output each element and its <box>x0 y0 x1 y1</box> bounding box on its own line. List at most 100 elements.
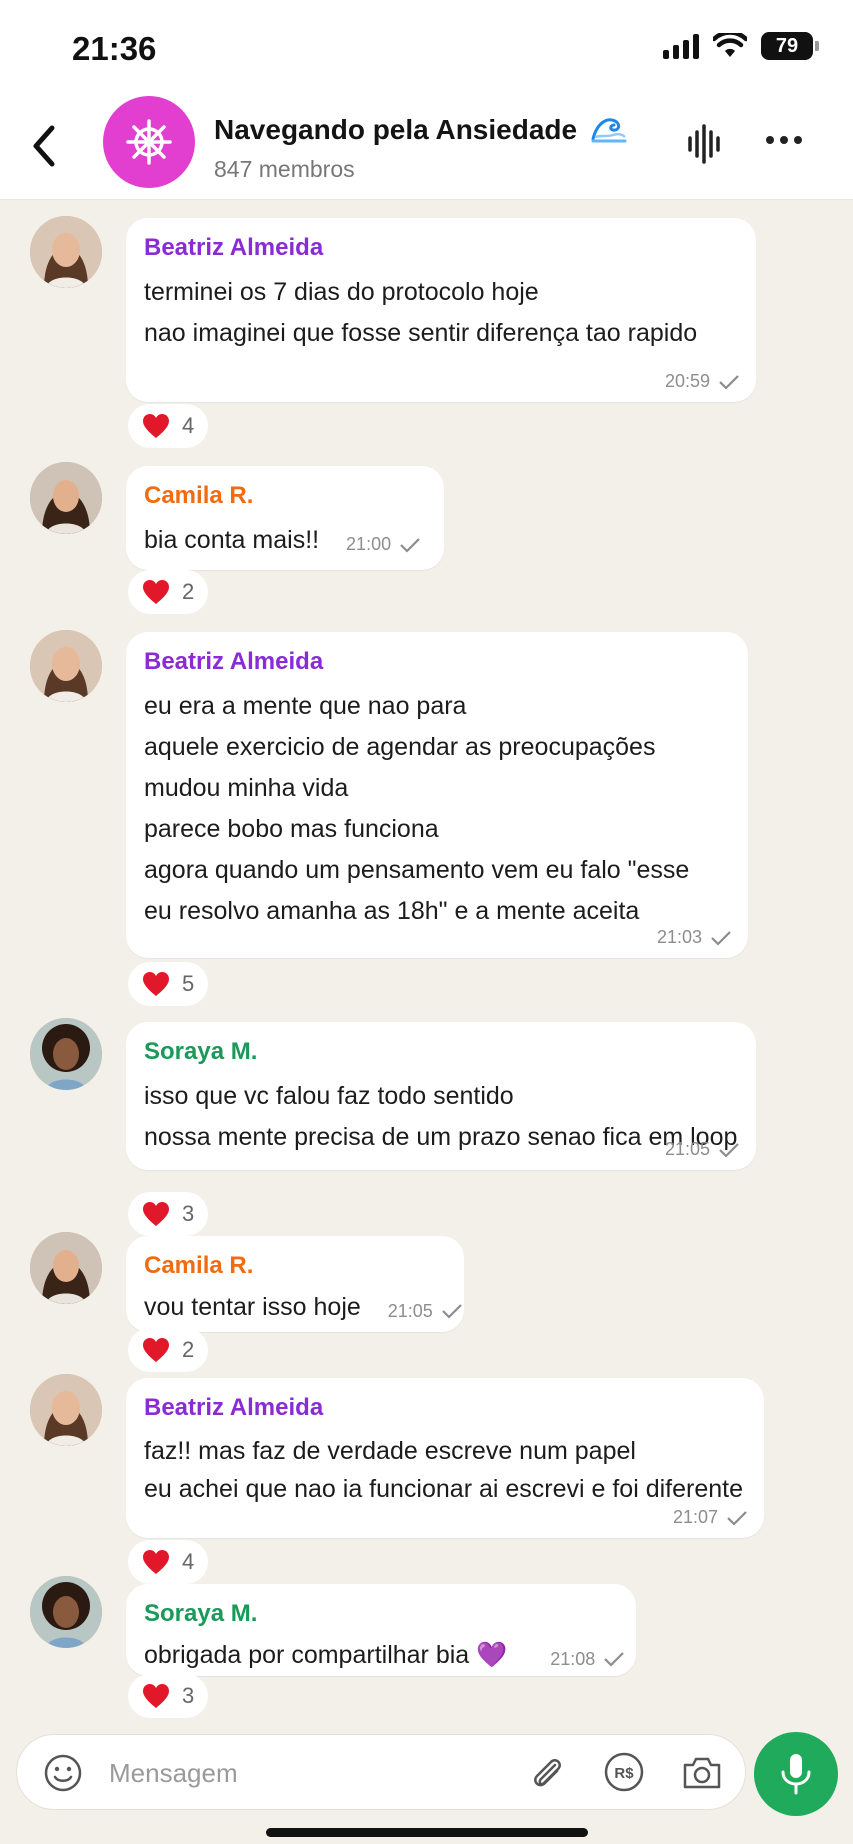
camera-icon[interactable] <box>681 1753 723 1793</box>
message-list[interactable]: Beatriz Almeida terminei os 7 dias do pr… <box>0 200 853 1720</box>
avatar-camila[interactable] <box>30 462 102 534</box>
microphone-icon <box>781 1754 811 1795</box>
message-meta: 21:05 <box>665 1139 740 1160</box>
home-indicator <box>266 1828 588 1837</box>
sender-name[interactable]: Beatriz Almeida <box>144 648 730 676</box>
message-text-row: obrigada por compartilhar bia 💜 21:08 <box>144 1638 625 1676</box>
reaction-badge[interactable]: 4 <box>128 1540 209 1584</box>
check-icon <box>711 930 731 946</box>
payment-icon[interactable]: R$ <box>603 1751 645 1793</box>
message-text: terminei os 7 dias do protocolo hoje <box>144 278 539 306</box>
heart-icon <box>143 1338 169 1362</box>
message-bubble[interactable]: Camila R. vou tentar isso hoje 21:05 <box>126 1236 464 1332</box>
group-title[interactable]: Navegando pela Ansiedade <box>214 114 627 146</box>
heart-icon <box>143 414 169 438</box>
avatar-soraya[interactable] <box>30 1576 102 1648</box>
avatar-soraya[interactable] <box>30 1018 102 1090</box>
reaction-count: 4 <box>182 413 195 438</box>
message-bubble[interactable]: Beatriz Almeida eu era a mente que nao p… <box>126 632 748 958</box>
message-text: nao imaginei que fosse sentir diferença … <box>144 319 698 347</box>
message-text: bia conta mais!! <box>144 526 320 554</box>
sender-name[interactable]: Soraya M. <box>144 1038 738 1066</box>
paperclip-icon[interactable] <box>527 1753 567 1793</box>
message-time: 21:05 <box>664 1139 710 1159</box>
wave-icon <box>591 118 627 143</box>
sender-name[interactable]: Soraya M. <box>144 1600 618 1628</box>
message-text: mudou minha vida <box>144 774 349 802</box>
message-text: eu resolvo amanha as 18h" e a mente acei… <box>144 897 640 925</box>
reaction-badge[interactable]: 2 <box>128 570 209 614</box>
message-bubble[interactable]: Beatriz Almeida terminei os 7 dias do pr… <box>126 218 756 402</box>
check-icon <box>442 1304 462 1319</box>
emoji-icon[interactable] <box>43 1753 83 1793</box>
message-text: vou tentar isso hoje <box>144 1293 361 1321</box>
message-composer: R$ <box>16 1734 746 1810</box>
message-text: obrigada por compartilhar bia 💜 <box>144 1641 508 1669</box>
reaction-badge[interactable]: 2 <box>128 1328 209 1372</box>
avatar-beatriz[interactable] <box>30 630 102 702</box>
status-bar: 21:36 79 <box>0 0 853 96</box>
reaction-badge[interactable]: 4 <box>128 404 209 448</box>
message-text: eu achei que nao ia funcionar ai escrevi… <box>144 1475 743 1503</box>
message-time: 21:00 <box>346 534 392 554</box>
message-meta: 20:59 <box>665 371 740 392</box>
heart-icon <box>143 1550 169 1574</box>
reaction-count: 3 <box>182 1683 195 1708</box>
cellular-signal-icon <box>663 33 699 59</box>
heart-icon <box>143 1202 169 1226</box>
message-input[interactable] <box>109 1753 409 1793</box>
message-text: agora quando um pensamento vem eu falo "… <box>144 856 690 884</box>
member-count: 847 membros <box>214 156 355 182</box>
chat-header: Navegando pela Ansiedade 847 membros <box>0 96 853 200</box>
message-bubble[interactable]: Soraya M. isso que vc falou faz todo sen… <box>126 1022 756 1170</box>
message-time: 20:59 <box>664 371 710 391</box>
message-meta: 21:05 <box>388 1294 463 1328</box>
message-text: parece bobo mas funciona <box>144 815 439 843</box>
reaction-count: 4 <box>182 1549 195 1574</box>
message-time: 21:05 <box>387 1301 433 1321</box>
reaction-count: 2 <box>182 1337 195 1362</box>
reaction-count: 2 <box>182 579 195 604</box>
battery-icon: 79 <box>761 32 819 60</box>
message-text: nossa mente precisa de um prazo senao fi… <box>144 1123 738 1151</box>
message-text-row: vou tentar isso hoje 21:05 <box>144 1290 462 1328</box>
message-text: faz!! mas faz de verdade escreve num pap… <box>144 1437 636 1465</box>
status-icons: 79 <box>663 32 819 60</box>
message-meta: 21:07 <box>673 1507 748 1528</box>
microphone-button[interactable] <box>754 1732 838 1816</box>
reaction-badge[interactable]: 3 <box>128 1674 209 1718</box>
group-avatar[interactable] <box>103 96 195 188</box>
message-text-row: bia conta mais!! 21:00 <box>144 520 426 565</box>
message-text: aquele exercicio de agendar as preocupaç… <box>144 733 656 761</box>
message-bubble[interactable]: Beatriz Almeida faz!! mas faz de verdade… <box>126 1378 764 1538</box>
sender-name[interactable]: Camila R. <box>144 1252 446 1280</box>
more-options-icon[interactable] <box>766 136 802 144</box>
ship-wheel-icon <box>126 119 172 165</box>
heart-icon <box>143 972 169 996</box>
check-icon <box>727 1510 747 1526</box>
sender-name[interactable]: Camila R. <box>144 482 426 510</box>
reaction-badge[interactable]: 5 <box>128 962 209 1006</box>
back-arrow-icon[interactable] <box>26 122 62 170</box>
check-icon <box>719 1142 739 1158</box>
sender-name[interactable]: Beatriz Almeida <box>144 234 738 262</box>
reaction-badge[interactable]: 3 <box>128 1192 209 1236</box>
message-meta: 21:03 <box>657 927 732 948</box>
sender-name[interactable]: Beatriz Almeida <box>144 1394 746 1422</box>
message-meta: 21:00 <box>346 524 421 565</box>
message-bubble[interactable]: Soraya M. obrigada por compartilhar bia … <box>126 1584 636 1676</box>
message-text: eu era a mente que nao para <box>144 692 467 720</box>
reaction-count: 5 <box>182 971 195 996</box>
message-bubble[interactable]: Camila R. bia conta mais!! 21:00 <box>126 466 444 570</box>
avatar-camila[interactable] <box>30 1232 102 1304</box>
payment-label: R$ <box>614 1765 634 1782</box>
message-time: 21:08 <box>550 1649 596 1669</box>
avatar-beatriz[interactable] <box>30 216 102 288</box>
voice-chat-icon[interactable] <box>686 124 722 164</box>
message-time: 21:07 <box>672 1507 718 1527</box>
check-icon <box>604 1652 625 1667</box>
avatar-beatriz[interactable] <box>30 1374 102 1446</box>
check-icon <box>400 537 420 553</box>
message-text: isso que vc falou faz todo sentido <box>144 1082 514 1110</box>
message-meta: 21:08 <box>550 1642 625 1676</box>
